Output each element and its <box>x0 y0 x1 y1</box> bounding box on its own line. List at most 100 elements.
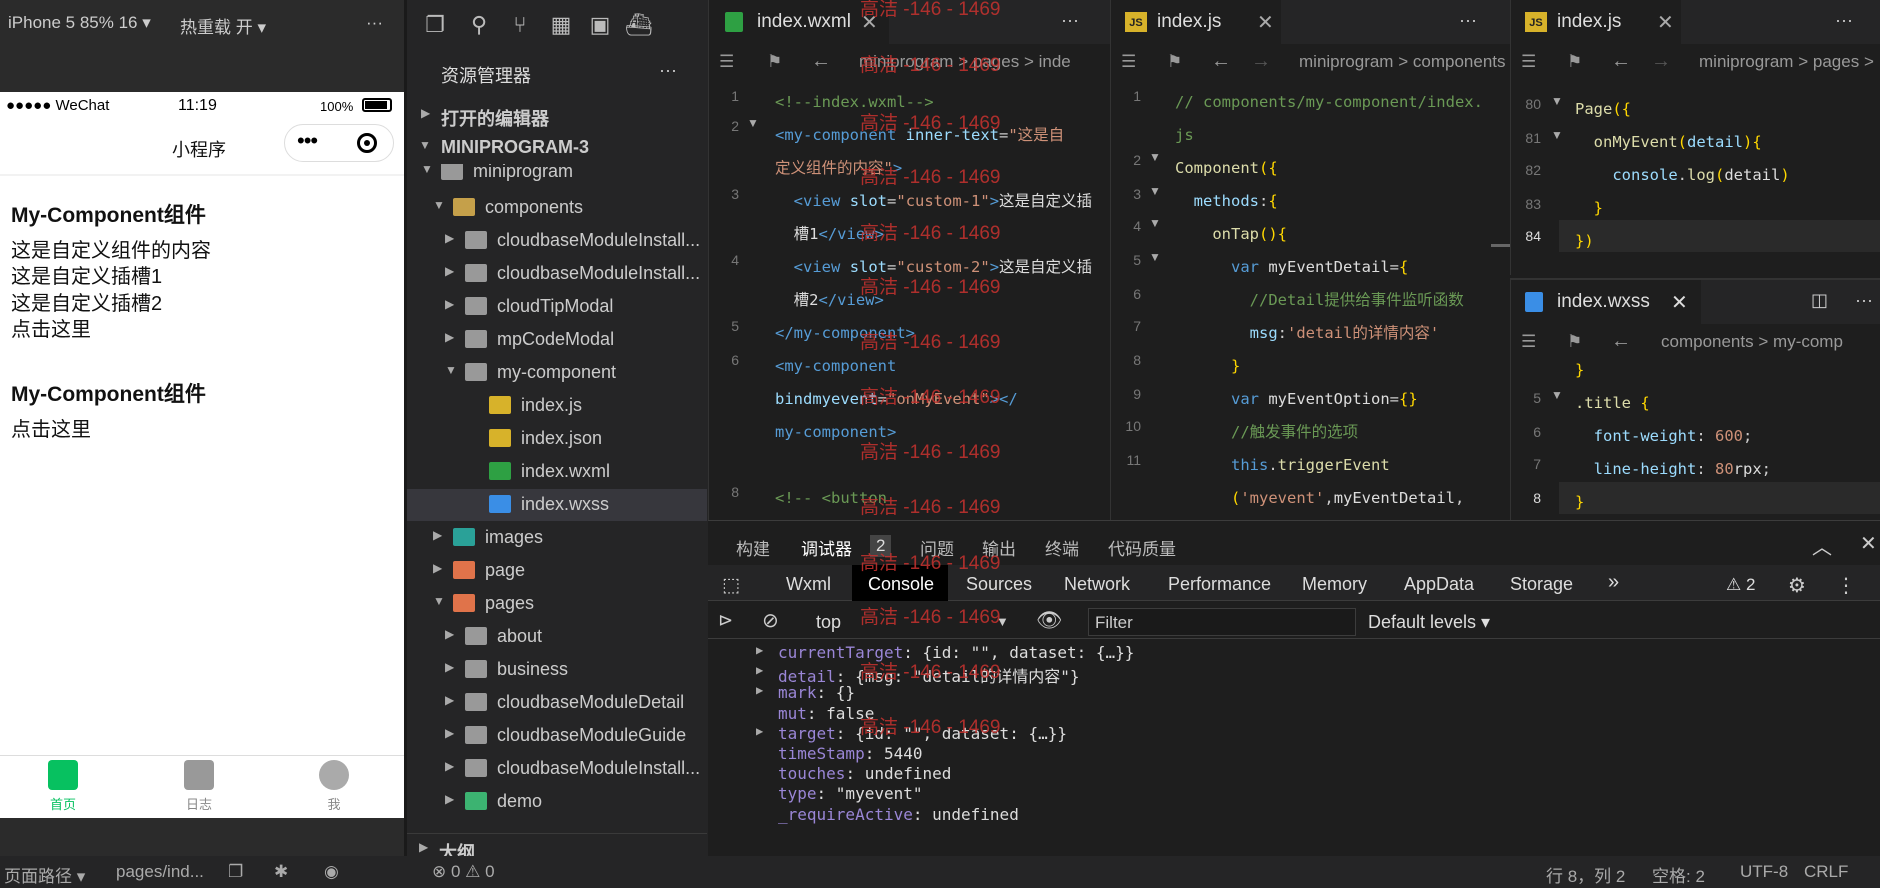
chevron-down-icon[interactable]: ▼ <box>996 614 1009 629</box>
tab-index-wxml[interactable]: index.wxml ✕ <box>709 0 889 44</box>
more-tabs-icon[interactable]: » <box>1608 571 1619 594</box>
expand-icon[interactable]: ▶ <box>756 663 763 677</box>
chevron-right-icon[interactable]: ▶ <box>445 330 454 344</box>
split-editor-icon[interactable]: ◫ <box>1811 290 1828 311</box>
chevron-down-icon[interactable]: ▼ <box>433 198 445 212</box>
folder-item[interactable]: ▶ demo <box>407 786 707 818</box>
bookmark-icon[interactable]: ⚑ <box>1167 52 1182 72</box>
menu-dots-icon[interactable]: ••• <box>297 128 318 154</box>
chevron-right-icon[interactable]: ▶ <box>445 660 454 674</box>
folder-item[interactable]: ▶ cloudbaseModuleInstall... <box>407 753 707 785</box>
close-icon[interactable]: ✕ <box>1671 290 1688 315</box>
chevron-up-icon[interactable]: ︿ <box>1812 531 1832 560</box>
folder-item[interactable]: ▶ cloudbaseModuleInstall... <box>407 225 707 257</box>
copy-icon[interactable]: ❐ <box>228 862 243 882</box>
list-icon[interactable]: ☰ <box>1521 332 1536 352</box>
clear-console-icon[interactable]: ⊘ <box>762 608 779 633</box>
tab-wxml[interactable]: Wxml <box>786 574 831 595</box>
folder-item[interactable]: ▶ cloudbaseModuleGuide <box>407 720 707 752</box>
tab-index-js[interactable]: JS index.js ✕ <box>1111 0 1281 44</box>
close-icon[interactable]: ✕ <box>1257 10 1274 35</box>
search-icon[interactable]: ⚲ <box>466 12 492 38</box>
bookmark-icon[interactable]: ⚑ <box>1567 332 1582 352</box>
line-ending[interactable]: CRLF <box>1804 862 1848 882</box>
chevron-down-icon[interactable]: ▼ <box>421 164 433 176</box>
chevron-right-icon[interactable]: ▶ <box>445 792 454 806</box>
back-icon[interactable]: ← <box>1611 50 1631 73</box>
tap-here-1[interactable]: 点击这里 <box>11 313 91 342</box>
chevron-right-icon[interactable]: ▶ <box>445 627 454 641</box>
tab-index-js-page[interactable]: JS index.js ✕ <box>1511 0 1681 44</box>
indentation[interactable]: 空格: 2 <box>1652 862 1705 887</box>
tap-here-2[interactable]: 点击这里 <box>11 413 91 442</box>
folder-item[interactable]: ▶ page <box>407 555 707 587</box>
preview-icon[interactable]: ◉ <box>324 862 339 882</box>
breadcrumb[interactable]: miniprogram > components <box>1299 52 1506 72</box>
tab-me[interactable]: 我 <box>299 760 369 813</box>
tab-build[interactable]: 构建 <box>736 535 770 560</box>
capsule-menu[interactable]: ••• <box>284 124 394 162</box>
tab-index-wxss[interactable]: index.wxss ✕ <box>1511 280 1701 324</box>
device-select[interactable]: iPhone 5 85% 16 ▾ <box>8 13 151 33</box>
tab-output[interactable]: 输出 <box>982 535 1016 560</box>
kebab-icon[interactable]: ⋮ <box>1836 573 1856 598</box>
tab-problems[interactable]: 问题 <box>920 535 954 560</box>
bug-icon[interactable]: ✱ <box>274 862 288 882</box>
bookmark-icon[interactable]: ⚑ <box>767 52 782 72</box>
expand-icon[interactable]: ▶ <box>756 643 763 657</box>
tab-appdata[interactable]: AppData <box>1404 574 1474 595</box>
breadcrumb[interactable]: components > my-comp <box>1661 332 1843 352</box>
folder-item[interactable]: ▶deployService <box>407 819 707 824</box>
open-editors-section[interactable]: ▶ 打开的编辑器 <box>407 100 707 132</box>
chevron-right-icon[interactable]: ▶ <box>445 231 454 245</box>
console-line[interactable]: ▶ target: {id: "", dataset: {…}} <box>756 724 1067 743</box>
levels-select[interactable]: Default levels ▾ <box>1368 612 1490 633</box>
folder-item[interactable]: ▼ miniprogram <box>407 164 707 188</box>
more-icon[interactable]: ··· <box>366 13 383 33</box>
file-item[interactable]: index.wxml <box>407 456 707 488</box>
tab-log[interactable]: 日志 <box>164 760 234 813</box>
forward-icon[interactable]: → <box>1251 50 1271 73</box>
inspect-icon[interactable]: ⬚ <box>722 574 740 597</box>
encoding[interactable]: UTF-8 <box>1740 862 1788 882</box>
file-item[interactable]: index.wxss <box>407 489 707 521</box>
close-icon[interactable]: ✕ <box>861 10 878 35</box>
folder-item[interactable]: ▶ about <box>407 621 707 653</box>
hot-reload-toggle[interactable]: 热重载 开 ▾ <box>180 13 266 38</box>
chevron-right-icon[interactable]: ▶ <box>433 561 442 575</box>
tab-network[interactable]: Network <box>1064 574 1130 595</box>
eye-icon[interactable]: 👁 <box>1036 609 1063 633</box>
bookmark-icon[interactable]: ⚑ <box>1567 52 1582 72</box>
chevron-right-icon[interactable]: ▶ <box>445 726 454 740</box>
folder-item[interactable]: ▶ cloudbaseModuleInstall... <box>407 258 707 290</box>
breadcrumb[interactable]: miniprogram > pages > inde <box>859 52 1071 72</box>
folder-item[interactable]: ▶ images <box>407 522 707 554</box>
chevron-right-icon[interactable]: ▶ <box>445 759 454 773</box>
cursor-position[interactable]: 行 8，列 2 <box>1546 862 1625 887</box>
chevron-right-icon[interactable]: ▶ <box>445 297 454 311</box>
tab-storage[interactable]: Storage <box>1510 574 1573 595</box>
tab-home[interactable]: 首页 <box>28 760 98 813</box>
page-path[interactable]: pages/ind... <box>116 862 204 882</box>
tab-console[interactable]: Console <box>868 574 934 595</box>
file-item[interactable]: index.json <box>407 423 707 455</box>
console-line[interactable]: ▶ mark: {} <box>756 683 855 702</box>
tab-memory[interactable]: Memory <box>1302 574 1367 595</box>
folder-item[interactable]: ▼ components <box>407 192 707 224</box>
folder-item[interactable]: ▼ pages <box>407 588 707 620</box>
list-icon[interactable]: ☰ <box>1121 52 1136 72</box>
tab-performance[interactable]: Performance <box>1168 574 1271 595</box>
console-line[interactable]: ▶ currentTarget: {id: "", dataset: {…}} <box>756 643 1134 662</box>
panel-icon[interactable]: ▣ <box>587 12 613 38</box>
tab-code-quality[interactable]: 代码质量 <box>1108 535 1176 560</box>
breadcrumb[interactable]: miniprogram > pages > <box>1699 52 1874 72</box>
close-mini-icon[interactable] <box>357 133 377 153</box>
close-icon[interactable]: ✕ <box>1657 10 1674 35</box>
settings-icon[interactable]: ⚙ <box>1788 573 1806 598</box>
more-icon[interactable]: ··· <box>1061 10 1079 31</box>
sidebar-toggle-icon[interactable]: ⊳ <box>718 610 733 631</box>
chevron-right-icon[interactable]: ▶ <box>445 693 454 707</box>
warning-count[interactable]: ⚠ 2 <box>1726 575 1755 595</box>
folder-item[interactable]: ▶ cloudTipModal <box>407 291 707 323</box>
close-panel-icon[interactable]: ✕ <box>1860 531 1877 556</box>
